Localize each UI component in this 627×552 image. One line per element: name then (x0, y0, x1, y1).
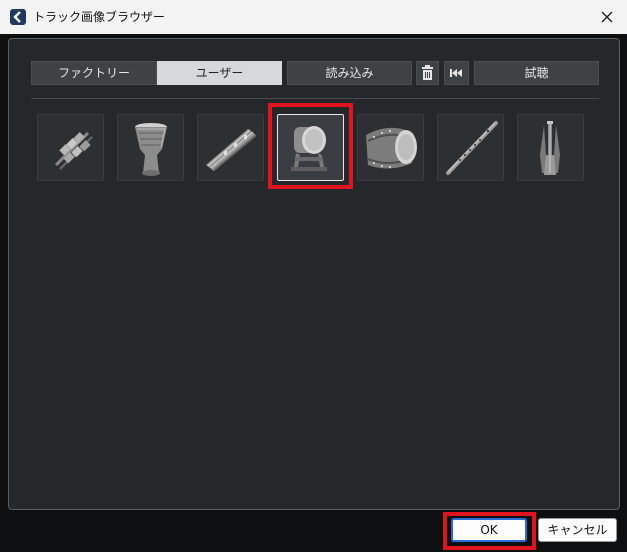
barrel-drum-icon (366, 127, 417, 169)
track-image-rattle[interactable] (37, 114, 104, 181)
skip-back-button[interactable] (444, 61, 469, 85)
close-icon (601, 11, 613, 23)
hand-drum-icon (135, 123, 167, 176)
tab-factory[interactable]: ファクトリー (31, 61, 157, 85)
app-logo-icon (10, 9, 26, 25)
divider (31, 98, 599, 99)
flute-icon (446, 121, 498, 175)
skip-back-icon (450, 69, 462, 77)
image-browser-panel: ファクトリー ユーザー 読み込み 試聴 (8, 38, 620, 510)
track-image-taiko[interactable] (277, 114, 344, 181)
audition-button[interactable]: 試聴 (474, 61, 599, 85)
ok-button[interactable]: OK (451, 518, 527, 542)
track-image-shamisen[interactable] (517, 114, 584, 181)
window-title: トラック画像ブラウザー (33, 10, 166, 24)
track-image-koto[interactable] (197, 114, 264, 181)
shamisen-icon (540, 121, 560, 175)
dialog-body: ファクトリー ユーザー 読み込み 試聴 OK キャンセル (0, 34, 627, 552)
import-button[interactable]: 読み込み (287, 61, 412, 85)
koto-icon (206, 129, 257, 171)
track-image-barrel-drum[interactable] (357, 114, 424, 181)
tab-user[interactable]: ユーザー (157, 61, 282, 85)
track-image-hand-drum[interactable] (117, 114, 184, 181)
cancel-button[interactable]: キャンセル (538, 518, 617, 542)
rattle-icon (54, 131, 93, 170)
taiko-drum-on-stand-icon (291, 126, 327, 171)
close-button[interactable] (593, 4, 621, 30)
delete-button[interactable] (416, 61, 439, 85)
track-image-flute[interactable] (437, 114, 504, 181)
title-bar: トラック画像ブラウザー (0, 0, 627, 34)
trash-icon (422, 65, 433, 80)
